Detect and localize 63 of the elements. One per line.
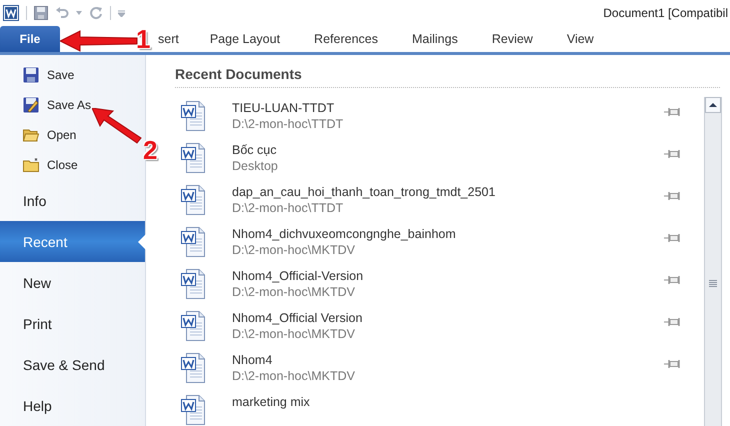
menu-section[interactable]: Info (0, 180, 145, 222)
menu-command[interactable]: Open (47, 128, 76, 142)
save-icon[interactable] (34, 6, 48, 20)
document-path: D:\2-mon-hoc\MKTDV (232, 326, 356, 342)
menu-section[interactable]: Help (0, 385, 145, 426)
menu-section[interactable]: Recent (0, 221, 145, 262)
document-path: D:\2-mon-hoc\TTDT (232, 200, 344, 216)
ribbon-tab[interactable]: Review (474, 26, 550, 52)
menu-command[interactable]: Save As (47, 98, 92, 112)
menu-command[interactable]: Close (47, 158, 78, 172)
document-path: D:\2-mon-hoc\MKTDV (232, 242, 356, 258)
word-document-icon (181, 185, 205, 215)
ribbon-tab[interactable]: Mailings (394, 26, 475, 52)
document-path: D:\2-mon-hoc\MKTDV (232, 368, 356, 384)
pin-icon[interactable] (664, 233, 680, 243)
document-name[interactable]: TIEU-LUAN-TTDT (232, 100, 637, 116)
scroll-grip-icon[interactable] (709, 280, 717, 287)
document-name[interactable]: Nhom4_dichvuxeomcongnghe_bainhom (232, 226, 637, 242)
redo-icon[interactable] (89, 6, 103, 20)
word-document-icon (181, 269, 205, 299)
document-name[interactable]: Bốc cục (232, 142, 637, 158)
document-name[interactable]: Nhom4 (232, 352, 637, 368)
document-name[interactable]: marketing mix (232, 394, 704, 410)
pin-icon[interactable] (664, 191, 680, 201)
menu-section[interactable]: Save & Send (0, 344, 145, 386)
pin-icon[interactable] (664, 359, 680, 369)
document-name[interactable]: Nhom4_Official-Version (232, 268, 637, 284)
section-heading: Recent Documents (175, 66, 303, 82)
open-folder-icon (23, 128, 39, 142)
word-logo-icon[interactable] (3, 5, 19, 21)
dropdown-caret-icon[interactable] (76, 11, 82, 15)
document-path: Desktop (232, 158, 279, 174)
pin-icon[interactable] (664, 107, 680, 117)
undo-icon[interactable] (55, 6, 69, 20)
ribbon-tab[interactable]: Page Layout (192, 26, 298, 52)
word-document-icon (181, 143, 205, 173)
pin-icon[interactable] (664, 149, 680, 159)
word-document-icon (181, 353, 205, 383)
document-name[interactable]: dap_an_cau_hoi_thanh_toan_trong_tmdt_2501 (232, 184, 637, 200)
document-name[interactable]: Nhom4_Official Version (232, 310, 637, 326)
annotation-arrow (92, 108, 142, 144)
step-number: 1 (136, 26, 150, 52)
customize-toolbar-icon[interactable] (118, 10, 125, 16)
word-document-icon (181, 227, 205, 257)
word-document-icon (181, 101, 205, 131)
menu-section[interactable]: New (0, 262, 145, 304)
folder-icon (23, 158, 39, 172)
pin-icon[interactable] (664, 275, 680, 285)
pin-icon[interactable] (664, 317, 680, 327)
document-path: D:\2-mon-hoc\TTDT (232, 116, 344, 132)
scroll-up-icon[interactable] (705, 97, 721, 113)
step-number: 2 (143, 137, 158, 163)
menu-section[interactable]: Print (0, 303, 145, 344)
window-title: Document1 [Compatibil (603, 6, 728, 20)
file-tab[interactable]: File (0, 26, 60, 52)
ribbon-tab[interactable]: References (297, 26, 395, 52)
floppy-pencil-icon (23, 97, 39, 114)
word-document-icon (181, 311, 205, 341)
ribbon-tab[interactable]: sert (158, 26, 193, 52)
ribbon-tab[interactable]: View (550, 26, 611, 52)
menu-command[interactable]: Save (47, 68, 74, 82)
document-path: D:\2-mon-hoc\MKTDV (232, 284, 356, 300)
scroll-bar[interactable] (704, 97, 722, 426)
